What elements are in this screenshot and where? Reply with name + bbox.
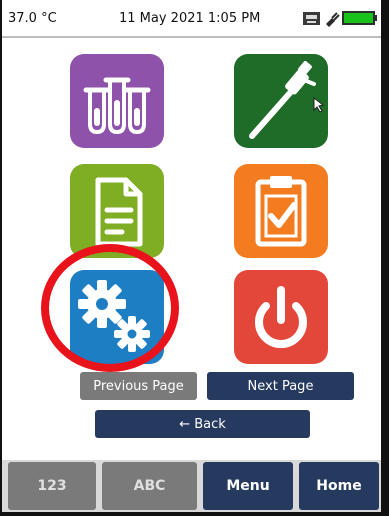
clipboard-check-icon	[255, 176, 307, 247]
document-tile[interactable]	[70, 164, 164, 258]
status-bar: 37.0 °C 11 May 2021 1:05 PM	[2, 0, 381, 38]
plug-icon	[326, 12, 340, 27]
home-button[interactable]: Home	[299, 462, 379, 510]
power-tile[interactable]	[234, 270, 328, 364]
status-icons	[302, 9, 378, 27]
gears-icon	[78, 280, 150, 352]
previous-page-button[interactable]: Previous Page	[80, 372, 197, 400]
device-frame: 37.0 °C 11 May 2021 1:05 PM Previous Pag…	[0, 0, 389, 516]
temperature-readout: 37.0 °C	[8, 11, 57, 26]
next-page-button[interactable]: Next Page	[207, 372, 354, 400]
numeric-keyboard-button[interactable]: 123	[8, 462, 96, 510]
checklist-tile[interactable]	[234, 164, 328, 258]
alpha-keyboard-button[interactable]: ABC	[102, 462, 197, 510]
date-time: 11 May 2021 1:05 PM	[119, 11, 261, 26]
power-icon	[255, 286, 307, 349]
printer-icon	[303, 12, 320, 25]
battery-icon	[342, 11, 377, 25]
document-icon	[95, 177, 143, 247]
screen: 37.0 °C 11 May 2021 1:05 PM Previous Pag…	[2, 0, 381, 512]
pipette-icon	[249, 61, 325, 139]
menu-button[interactable]: Menu	[203, 462, 293, 510]
settings-tile[interactable]	[70, 270, 164, 364]
test-tubes-icon	[83, 77, 151, 134]
back-button[interactable]: ← Back	[95, 410, 310, 438]
samples-tile[interactable]	[70, 54, 164, 148]
pipette-tile[interactable]	[234, 54, 328, 148]
